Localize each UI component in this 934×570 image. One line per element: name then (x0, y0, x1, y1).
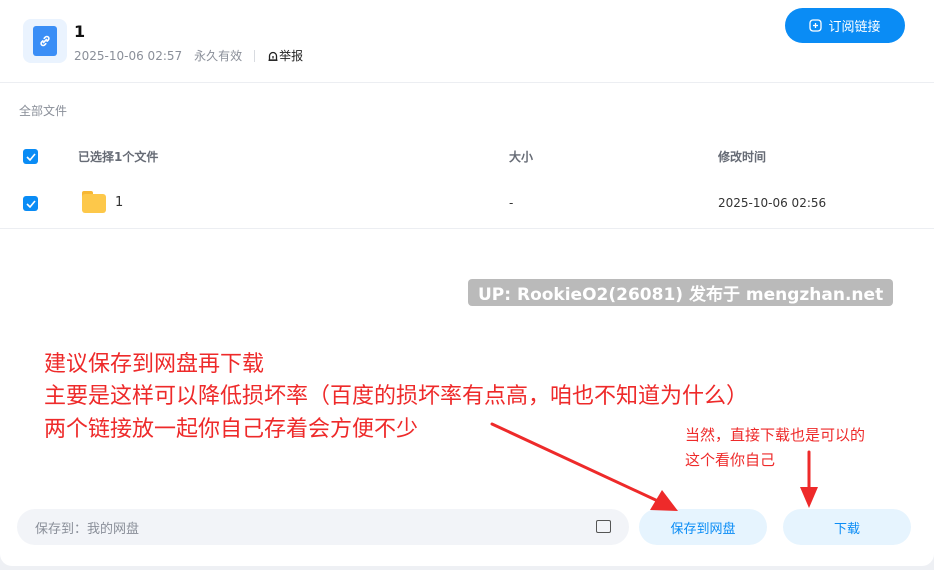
column-header-modified: 修改时间 (718, 150, 767, 164)
file-modified: 2025-10-06 02:56 (718, 196, 827, 210)
created-time: 2025-10-06 02:57 (74, 48, 183, 63)
header-divider (0, 82, 934, 83)
report-label: 举报 (279, 49, 304, 63)
share-page: 1 2025-10-06 02:57 永久有效 举报 订阅链接 全部文件 已选择… (0, 0, 934, 566)
annotation-line: 建议保存到网盘再下载 (44, 352, 265, 377)
annotation-note: 当然，直接下载也是可以的 (685, 426, 866, 444)
file-name[interactable]: 1 (115, 195, 123, 210)
annotation-line: 两个链接放一起你自己存着会方便不少 (44, 417, 419, 442)
select-all-checkbox[interactable] (23, 149, 38, 164)
column-header-name: 已选择1个文件 (78, 150, 159, 164)
alarm-icon (268, 51, 278, 61)
add-icon (809, 19, 823, 32)
share-title: 1 (74, 22, 86, 41)
table-divider (0, 228, 934, 229)
breadcrumb[interactable]: 全部文件 (19, 102, 67, 119)
column-header-size: 大小 (509, 150, 534, 164)
meta-divider (254, 49, 256, 62)
check-icon (25, 199, 36, 208)
save-to-drive-button[interactable]: 保存到网盘 (639, 509, 767, 545)
annotation-line: 主要是这样可以降低损坏率（百度的损坏率有点高，咱也不知道为什么） (44, 384, 749, 409)
link-icon (40, 35, 50, 47)
annotation-note: 这个看你自己 (685, 451, 776, 469)
save-path-label: 保存到： (35, 521, 88, 537)
share-meta: 2025-10-06 02:57 永久有效 举报 (74, 47, 303, 64)
file-size: - (509, 196, 514, 210)
subscribe-link-button[interactable]: 订阅链接 (785, 8, 905, 43)
subscribe-label: 订阅链接 (828, 19, 881, 34)
share-link-icon (23, 19, 67, 63)
check-icon (25, 152, 36, 161)
save-path-value: 我的网盘 (87, 521, 140, 537)
save-path-selector[interactable]: 保存到： 我的网盘 (17, 509, 629, 545)
validity-text: 永久有效 (194, 49, 243, 63)
watermark: UP: RookieO2(26081) 发布于 mengzhan.net (468, 279, 894, 306)
report-link[interactable]: 举报 (267, 47, 303, 64)
folder-picker-icon[interactable] (596, 520, 611, 533)
folder-icon (82, 191, 106, 213)
download-button[interactable]: 下载 (783, 509, 911, 545)
row-checkbox[interactable] (23, 196, 38, 211)
